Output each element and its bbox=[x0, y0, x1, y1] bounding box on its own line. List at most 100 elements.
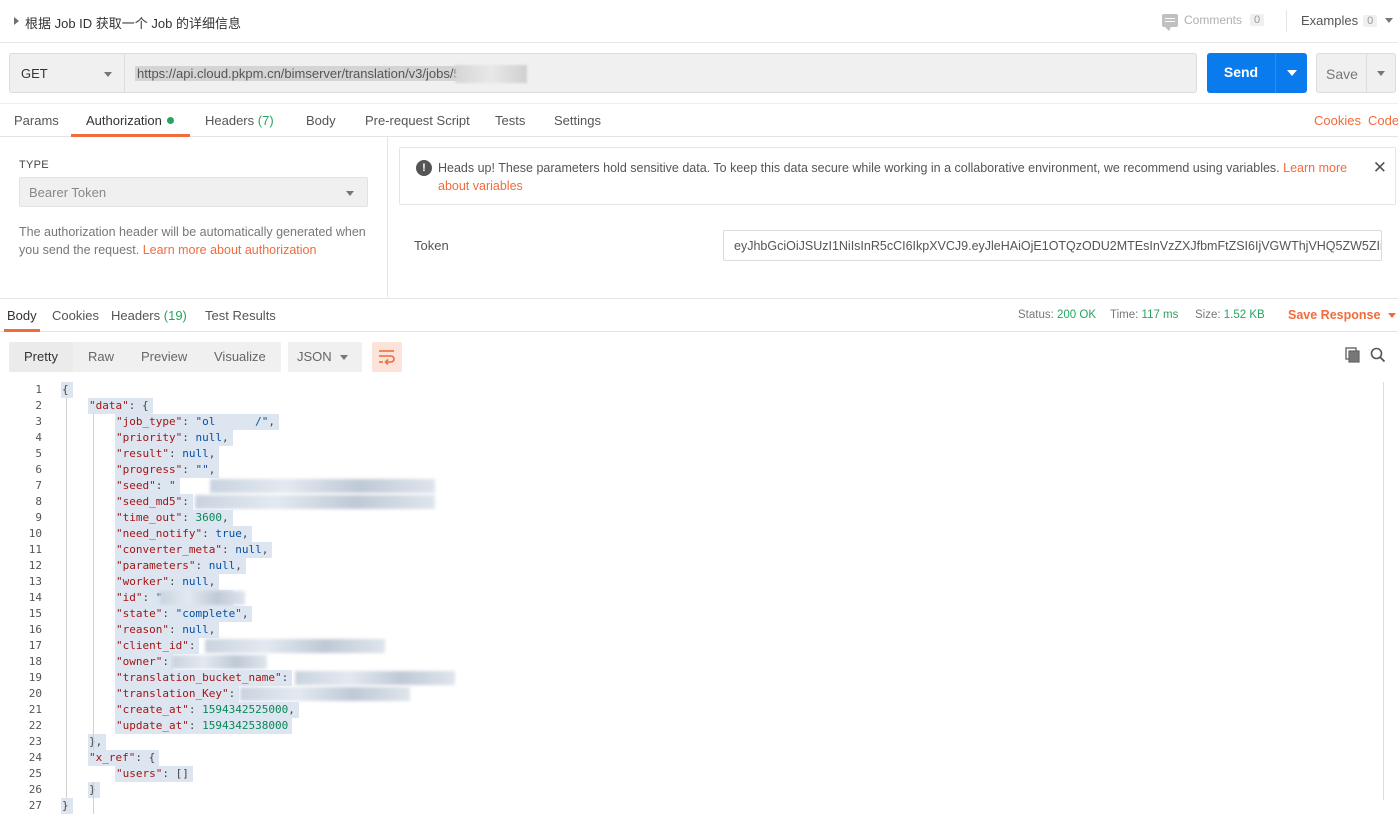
status-label: Status: bbox=[1018, 309, 1054, 321]
save-label: Save bbox=[1326, 66, 1358, 82]
line-number: 1 bbox=[35, 383, 42, 396]
divider bbox=[1366, 54, 1367, 92]
line-number: 10 bbox=[28, 527, 42, 540]
tab-body[interactable]: Body bbox=[306, 113, 336, 128]
tab-prerequest-script[interactable]: Pre-request Script bbox=[365, 113, 470, 128]
method-select[interactable]: GET bbox=[9, 53, 125, 93]
tab-params[interactable]: Params bbox=[14, 113, 59, 128]
request-title-bar: 根据 Job ID 获取一个 Job 的详细信息 Comments 0 Exam… bbox=[0, 0, 1398, 43]
comments-count: 0 bbox=[1250, 14, 1265, 26]
send-dropdown-icon[interactable] bbox=[1287, 70, 1297, 76]
view-preview-button[interactable]: Preview bbox=[141, 349, 187, 364]
auth-description: The authorization header will be automat… bbox=[19, 223, 369, 259]
copy-icon[interactable] bbox=[1345, 347, 1361, 363]
time-value: 117 ms bbox=[1141, 309, 1179, 321]
save-response-button[interactable]: Save Response bbox=[1288, 308, 1397, 322]
code-line: "translation_bucket_name": bbox=[115, 670, 293, 686]
chevron-down-icon bbox=[346, 191, 354, 196]
chevron-down-icon bbox=[1388, 313, 1397, 318]
url-value[interactable]: https://api.cloud.pkpm.cn/bimserver/tran… bbox=[135, 66, 470, 81]
status-dot-icon bbox=[166, 117, 174, 124]
learn-more-authorization-link[interactable]: Learn more about authorization bbox=[143, 243, 317, 257]
auth-type-value: Bearer Token bbox=[29, 185, 107, 200]
warning-icon: ! bbox=[416, 160, 432, 176]
line-number: 2 bbox=[35, 399, 42, 412]
chevron-down-icon bbox=[104, 72, 112, 77]
format-select[interactable]: JSON bbox=[288, 342, 362, 372]
time-readout: Time: 117 ms bbox=[1110, 309, 1178, 321]
wrap-lines-button[interactable] bbox=[372, 342, 402, 372]
code-line: "seed_md5": bbox=[115, 494, 193, 510]
code-line: "users": [] bbox=[115, 766, 193, 782]
time-label: Time: bbox=[1110, 309, 1139, 321]
code-line: "translation_Key": bbox=[115, 686, 240, 702]
line-number: 26 bbox=[28, 783, 42, 796]
send-button[interactable]: Send bbox=[1207, 53, 1307, 93]
code-line: "progress": "", bbox=[115, 462, 220, 478]
tab-response-body[interactable]: Body bbox=[7, 308, 37, 323]
active-tab-indicator bbox=[4, 329, 40, 332]
auth-type-select[interactable]: Bearer Token bbox=[19, 177, 368, 207]
line-number: 21 bbox=[28, 703, 42, 716]
code-line: "seed": " bbox=[115, 478, 180, 494]
view-raw-button[interactable]: Raw bbox=[88, 349, 114, 364]
redacted-region bbox=[160, 591, 245, 605]
wrap-lines-icon bbox=[379, 350, 395, 365]
redacted-region bbox=[455, 65, 527, 83]
redacted-region bbox=[295, 671, 455, 685]
view-visualize-button[interactable]: Visualize bbox=[214, 349, 266, 364]
line-number: 24 bbox=[28, 751, 42, 764]
method-value: GET bbox=[21, 66, 48, 81]
code-line: "need_notify": true, bbox=[115, 526, 253, 542]
line-number: 5 bbox=[35, 447, 42, 460]
examples-label: Examples bbox=[1301, 13, 1359, 28]
examples-button[interactable]: Examples 0 bbox=[1301, 13, 1394, 28]
response-tabs: Body Cookies Headers (19) Test Results S… bbox=[0, 298, 1398, 332]
code-line: "job_type": "ol /", bbox=[115, 414, 279, 430]
tab-tests[interactable]: Tests bbox=[495, 113, 525, 128]
cookies-link[interactable]: Cookies bbox=[1314, 113, 1361, 128]
search-icon[interactable] bbox=[1370, 347, 1386, 363]
tab-response-cookies[interactable]: Cookies bbox=[52, 308, 99, 323]
tab-settings[interactable]: Settings bbox=[554, 113, 601, 128]
line-number: 3 bbox=[35, 415, 42, 428]
token-label: Token bbox=[414, 238, 449, 253]
save-response-label: Save Response bbox=[1288, 308, 1381, 322]
redacted-region bbox=[210, 479, 435, 493]
alert-message: Heads up! These parameters hold sensitiv… bbox=[438, 159, 1368, 195]
save-dropdown-icon[interactable] bbox=[1377, 71, 1385, 76]
auth-type-label: TYPE bbox=[19, 159, 49, 171]
request-title[interactable]: 根据 Job ID 获取一个 Job 的详细信息 bbox=[25, 13, 241, 32]
line-number: 11 bbox=[28, 543, 42, 556]
status-readout: Status: 200 OK bbox=[1018, 309, 1096, 321]
vertical-scrollbar[interactable] bbox=[1383, 382, 1398, 800]
line-number: 18 bbox=[28, 655, 42, 668]
indent-guide bbox=[93, 414, 94, 750]
comments-label: Comments bbox=[1184, 13, 1243, 27]
tab-headers[interactable]: Headers (7) bbox=[205, 113, 274, 128]
view-pretty-button[interactable]: Pretty bbox=[24, 349, 58, 364]
code-line: "create_at": 1594342525000, bbox=[115, 702, 299, 718]
line-number: 25 bbox=[28, 767, 42, 780]
tab-test-results[interactable]: Test Results bbox=[205, 308, 276, 323]
tab-response-headers[interactable]: Headers (19) bbox=[111, 308, 187, 323]
comments-button[interactable]: Comments 0 bbox=[1162, 13, 1265, 31]
sensitive-data-alert: ! Heads up! These parameters hold sensit… bbox=[399, 147, 1396, 205]
code-link[interactable]: Code bbox=[1368, 113, 1398, 128]
code-line: "x_ref": { bbox=[88, 750, 160, 766]
chevron-down-icon bbox=[340, 355, 348, 360]
tab-authorization[interactable]: Authorization bbox=[86, 113, 174, 128]
collapse-caret-icon[interactable] bbox=[14, 17, 19, 25]
line-number: 4 bbox=[35, 431, 42, 444]
line-number: 15 bbox=[28, 607, 42, 620]
save-button[interactable]: Save bbox=[1316, 53, 1396, 93]
tab-authorization-label: Authorization bbox=[86, 113, 162, 128]
close-icon[interactable]: ✕ bbox=[1373, 159, 1387, 176]
comment-icon bbox=[1162, 13, 1178, 31]
auth-type-panel: TYPE Bearer Token The authorization head… bbox=[0, 137, 388, 297]
line-number: 12 bbox=[28, 559, 42, 572]
url-input[interactable]: https://api.cloud.pkpm.cn/bimserver/tran… bbox=[124, 53, 1197, 93]
line-number: 13 bbox=[28, 575, 42, 588]
response-body-editor[interactable]: 1 {2 "data": {3 "job_type": "ol /", 4 "priori… bbox=[0, 382, 1380, 824]
token-input[interactable]: eyJhbGciOiJSUzI1NiIsInR5cCI6IkpXVCJ9.eyJ… bbox=[723, 230, 1382, 261]
